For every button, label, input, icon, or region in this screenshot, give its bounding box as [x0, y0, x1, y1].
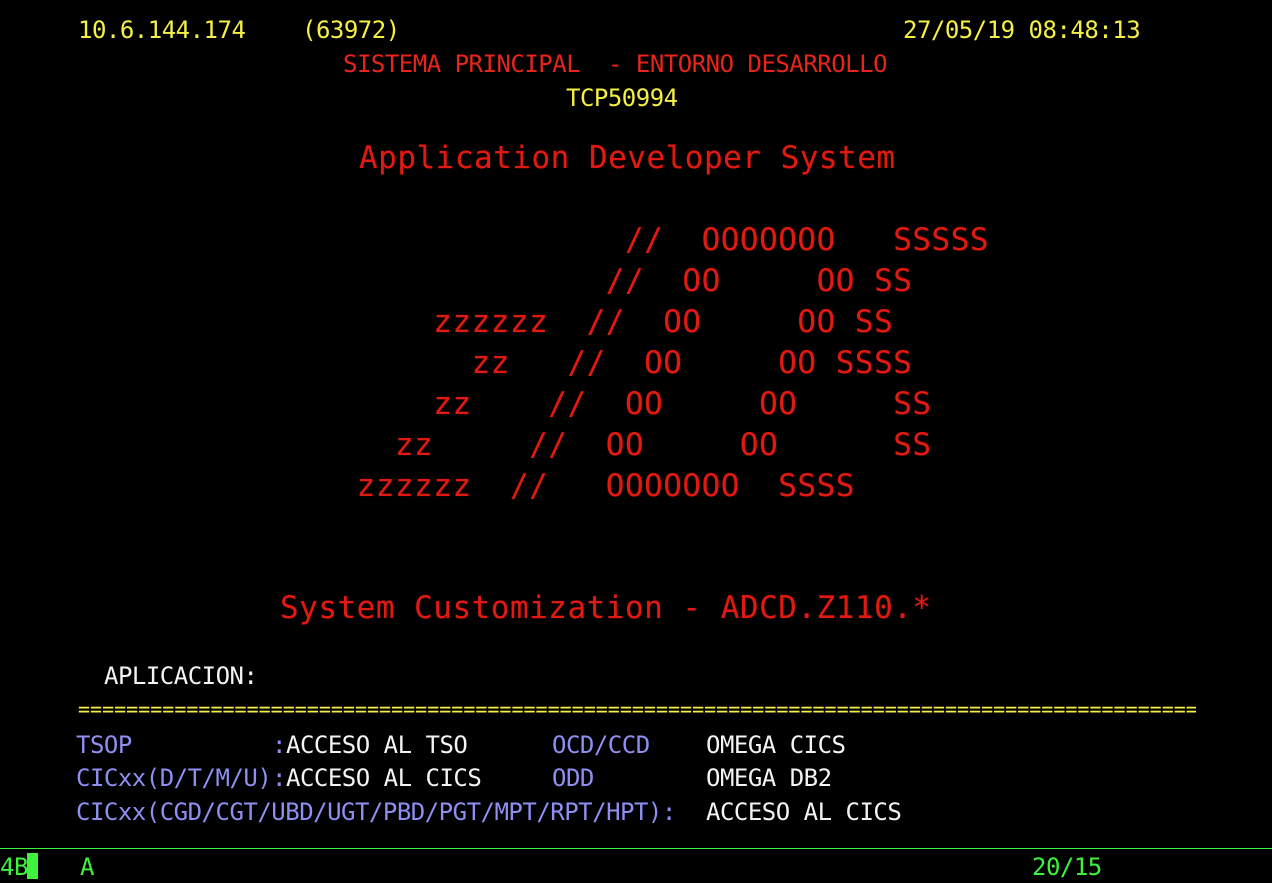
- keyboard-mode: A: [80, 853, 94, 881]
- menu-description: OMEGA DB2: [706, 764, 832, 792]
- banner-title: Application Developer System: [359, 140, 896, 176]
- menu-separator: :: [272, 764, 286, 792]
- logo-line: // OO OO SS: [280, 263, 913, 299]
- menu-code: OCD/CCD: [552, 731, 650, 759]
- system-customization: System Customization - ADCD.Z110.*: [280, 590, 932, 626]
- cursor-block: [27, 853, 38, 879]
- application-input[interactable]: [270, 662, 670, 690]
- host-port: (63972): [302, 16, 400, 44]
- system-title: SISTEMA PRINCIPAL - ENTORNO DESARROLLO: [343, 50, 888, 78]
- logo-line: zz // OO OO SS: [280, 427, 932, 463]
- application-label: APLICACION:: [104, 662, 258, 690]
- logo-line: zzzzzz // OO OO SS: [280, 304, 894, 340]
- cursor-position: 20/15: [1032, 853, 1102, 881]
- logo-line: zz // OO OO SSSS: [280, 345, 913, 381]
- terminal-id: TCP50994: [566, 84, 678, 112]
- host-ip-address: 10.6.144.174: [78, 16, 246, 44]
- header-datetime: 27/05/19 08:48:13: [903, 16, 1141, 44]
- divider-line: ========================================…: [78, 701, 1196, 717]
- menu-code: ODD: [552, 764, 594, 792]
- menu-description: ACCESO AL CICS: [706, 798, 902, 826]
- session-indicator: 4B: [0, 853, 28, 881]
- menu-description: OMEGA CICS: [706, 731, 846, 759]
- menu-code: TSOP: [76, 731, 272, 759]
- menu-description: ACCESO AL TSO: [286, 731, 468, 759]
- logo-line: zzzzzz // OOOOOOO SSSS: [280, 468, 855, 504]
- menu-code: CICxx(CGD/CGT/UBD/UGT/PBD/PGT/MPT/RPT/HP…: [76, 798, 676, 826]
- status-bar-separator: [0, 848, 1272, 849]
- menu-description: ACCESO AL CICS: [286, 764, 482, 792]
- menu-separator: :: [272, 731, 286, 759]
- logo-line: // OOOOOOO SSSSS: [280, 222, 990, 258]
- menu-code: CICxx(D/T/M/U): [76, 764, 272, 792]
- logo-line: zz // OO OO SS: [280, 386, 932, 422]
